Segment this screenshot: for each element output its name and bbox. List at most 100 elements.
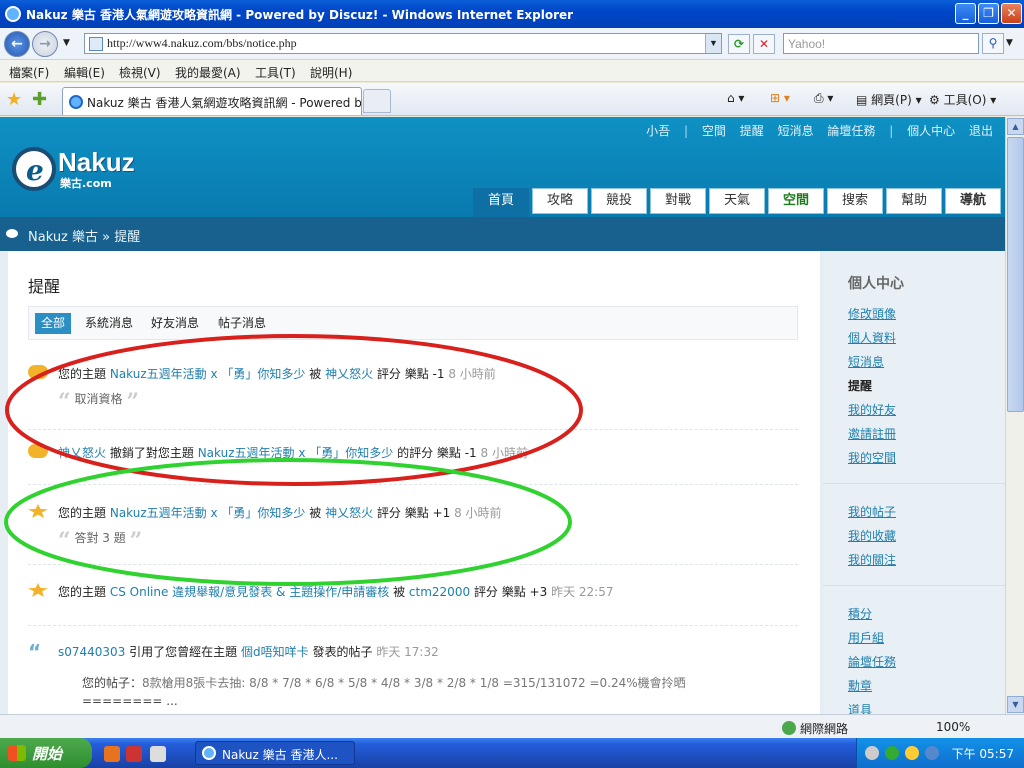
user-link[interactable]: 神乂怒火 bbox=[325, 367, 373, 381]
nav-home[interactable]: 首頁 bbox=[473, 188, 529, 217]
menu-favorites[interactable]: 我的最愛(A) bbox=[175, 64, 241, 81]
nav-space[interactable]: 空間 bbox=[768, 188, 824, 214]
link-pm[interactable]: 短消息 bbox=[778, 124, 814, 138]
sidebar-item-favorites[interactable]: 我的收藏 bbox=[848, 527, 896, 544]
menu-help[interactable]: 說明(H) bbox=[310, 64, 352, 81]
sidebar-item-follows[interactable]: 我的關注 bbox=[848, 551, 896, 568]
url-dropdown-button[interactable]: ▼ bbox=[705, 34, 721, 53]
tray-icon[interactable] bbox=[865, 746, 879, 760]
menu-view[interactable]: 檢視(V) bbox=[119, 64, 161, 81]
breadcrumb-text[interactable]: Nakuz 樂古 » 提醒 bbox=[28, 230, 140, 245]
quicklaunch-icon[interactable] bbox=[126, 746, 142, 762]
nav-guides[interactable]: 攻略 bbox=[532, 188, 588, 214]
divider bbox=[28, 429, 798, 430]
user-name-link[interactable]: 小吾 bbox=[646, 124, 670, 138]
browser-tab[interactable]: Nakuz 樂古 香港人氣網遊攻略資訊網 - Powered by ... bbox=[62, 87, 362, 115]
menu-file[interactable]: 檔案(F) bbox=[9, 64, 49, 81]
link-tasks[interactable]: 論壇任務 bbox=[827, 124, 875, 138]
sidebar-item-credits[interactable]: 積分 bbox=[848, 605, 872, 622]
search-input[interactable]: Yahoo! bbox=[783, 33, 979, 54]
nav-navigation[interactable]: 導航 bbox=[945, 188, 1001, 214]
user-link[interactable]: 神乂怒火 bbox=[58, 446, 106, 460]
scroll-thumb[interactable] bbox=[1007, 137, 1024, 412]
sidebar-item-usergroup[interactable]: 用戶組 bbox=[848, 629, 884, 646]
zoom-level[interactable]: 100% bbox=[936, 720, 970, 734]
filter-tabs: 全部 系統消息 好友消息 帖子消息 bbox=[28, 306, 798, 340]
page-menu-button[interactable]: ▤ 網頁(P) ▾ bbox=[856, 91, 922, 108]
stop-button[interactable]: ✕ bbox=[753, 34, 775, 54]
tab-all[interactable]: 全部 bbox=[35, 313, 72, 334]
tray-icon[interactable] bbox=[925, 746, 939, 760]
topic-link[interactable]: Nakuz五週年活動 x 「勇」你知多少 bbox=[110, 367, 306, 381]
search-button[interactable]: ⚲ bbox=[982, 33, 1004, 54]
link-usercenter[interactable]: 個人中心 bbox=[907, 124, 955, 138]
sidebar-item-space[interactable]: 我的空間 bbox=[848, 449, 896, 466]
vertical-scrollbar[interactable]: ▲ ▼ bbox=[1005, 117, 1024, 714]
new-tab-button[interactable] bbox=[363, 89, 391, 113]
start-button[interactable]: 開始 bbox=[0, 738, 92, 768]
sidebar-item-friends[interactable]: 我的好友 bbox=[848, 401, 896, 418]
tab-friends[interactable]: 好友消息 bbox=[145, 313, 205, 334]
sidebar-item-threads[interactable]: 我的帖子 bbox=[848, 503, 896, 520]
forward-button[interactable]: → bbox=[32, 31, 58, 57]
site-logo[interactable]: e Nakuz 樂古.com bbox=[12, 147, 152, 193]
sidebar-item-medals[interactable]: 勳章 bbox=[848, 677, 872, 694]
notice-line: 您的主題 Nakuz五週年活動 x 「勇」你知多少 被 神乂怒火 評分 樂點 +… bbox=[58, 506, 502, 520]
timestamp: 8 小時前 bbox=[480, 446, 528, 460]
nav-battle[interactable]: 對戰 bbox=[650, 188, 706, 214]
tab-posts[interactable]: 帖子消息 bbox=[212, 313, 272, 334]
link-notice[interactable]: 提醒 bbox=[740, 124, 764, 138]
taskbar-window-button[interactable]: Nakuz 樂古 香港人... bbox=[195, 741, 355, 765]
tray-icon[interactable] bbox=[905, 746, 919, 760]
sidebar-divider bbox=[823, 585, 1005, 586]
scroll-up-button[interactable]: ▲ bbox=[1007, 118, 1024, 135]
security-zone[interactable]: 網際網路 bbox=[782, 720, 848, 737]
back-button[interactable]: ← bbox=[4, 31, 30, 57]
chevron-down-icon[interactable]: ▼ bbox=[63, 38, 70, 48]
topic-link[interactable]: 個d唔知咩卡 bbox=[241, 645, 309, 659]
sidebar-item-pm[interactable]: 短消息 bbox=[848, 353, 884, 370]
tray-icon[interactable] bbox=[885, 746, 899, 760]
sidebar-item-profile[interactable]: 個人資料 bbox=[848, 329, 896, 346]
topic-link[interactable]: CS Online 違規舉報/意見發表 & 主題操作/申請審核 bbox=[110, 585, 389, 599]
minimize-button[interactable]: _ bbox=[955, 3, 976, 24]
user-link[interactable]: ctm22000 bbox=[409, 585, 470, 599]
quicklaunch-icon[interactable] bbox=[150, 746, 166, 762]
home-icon[interactable]: ⌂ ▾ bbox=[727, 91, 744, 105]
topic-link[interactable]: Nakuz五週年活動 x 「勇」你知多少 bbox=[198, 446, 394, 460]
url-text: http://www4.nakuz.com/bbs/notice.php bbox=[107, 36, 297, 50]
nav-help[interactable]: 幫助 bbox=[886, 188, 942, 214]
sidebar-item-invite[interactable]: 邀請註冊 bbox=[848, 425, 896, 442]
menu-tools[interactable]: 工具(T) bbox=[255, 64, 296, 81]
menu-edit[interactable]: 編輯(E) bbox=[64, 64, 105, 81]
topic-link[interactable]: Nakuz五週年活動 x 「勇」你知多少 bbox=[110, 506, 306, 520]
refresh-button[interactable]: ⟳ bbox=[728, 34, 750, 54]
maximize-button[interactable]: ❐ bbox=[978, 3, 999, 24]
sidebar-item-avatar[interactable]: 修改頭像 bbox=[848, 305, 896, 322]
window-titlebar[interactable]: Nakuz 樂古 香港人氣網遊攻略資訊網 - Powered by Discuz… bbox=[0, 0, 1024, 28]
link-space[interactable]: 空間 bbox=[702, 124, 726, 138]
rss-feed-icon[interactable]: ⊞ ▾ bbox=[770, 91, 790, 105]
nav-weather[interactable]: 天氣 bbox=[709, 188, 765, 214]
speech-bubble-icon bbox=[6, 229, 18, 238]
scroll-down-button[interactable]: ▼ bbox=[1007, 696, 1024, 713]
chevron-down-icon[interactable]: ▼ bbox=[1006, 38, 1013, 48]
quicklaunch-icon[interactable] bbox=[104, 746, 120, 762]
close-button[interactable]: ✕ bbox=[1001, 3, 1022, 24]
tools-menu-button[interactable]: ⚙ 工具(O) ▾ bbox=[929, 91, 996, 108]
user-link[interactable]: 神乂怒火 bbox=[325, 506, 373, 520]
link-logout[interactable]: 退出 bbox=[969, 124, 993, 138]
url-field[interactable]: http://www4.nakuz.com/bbs/notice.php ▼ bbox=[84, 33, 722, 54]
favorites-star-icon[interactable]: ★ bbox=[6, 89, 22, 110]
sidebar-item-props[interactable]: 道具 bbox=[848, 701, 872, 714]
add-favorite-icon[interactable]: ✚ bbox=[32, 89, 47, 110]
logo-subtitle: 樂古.com bbox=[60, 177, 112, 190]
nav-auction[interactable]: 競投 bbox=[591, 188, 647, 214]
sidebar-item-notice[interactable]: 提醒 bbox=[848, 377, 872, 394]
tab-system[interactable]: 系統消息 bbox=[79, 313, 139, 334]
user-link[interactable]: s07440303 bbox=[58, 645, 125, 659]
logo-emblem-icon: e bbox=[12, 147, 56, 191]
sidebar-item-tasks[interactable]: 論壇任務 bbox=[848, 653, 896, 670]
print-icon[interactable]: ⎙ ▾ bbox=[814, 91, 833, 106]
nav-search[interactable]: 搜索 bbox=[827, 188, 883, 214]
